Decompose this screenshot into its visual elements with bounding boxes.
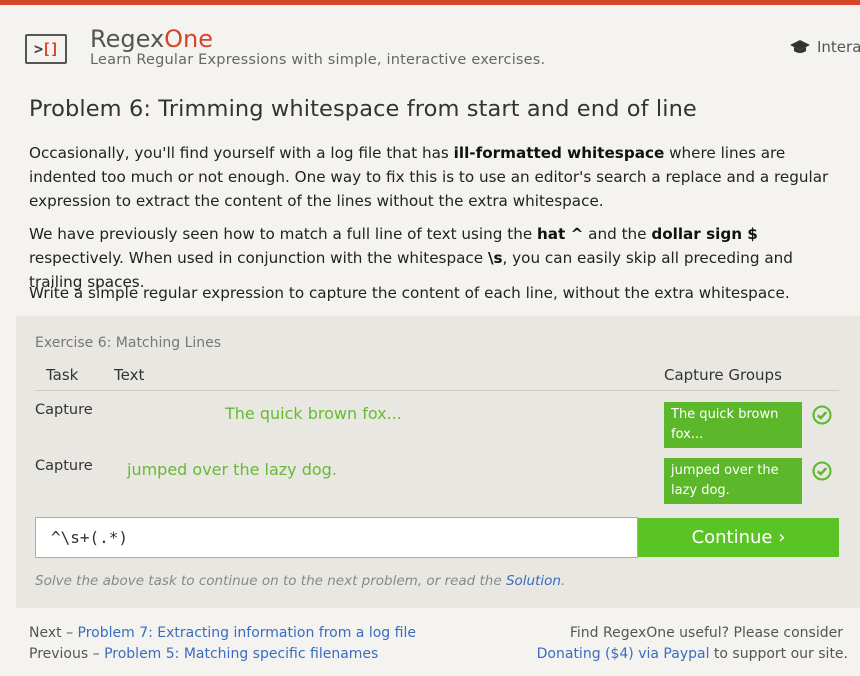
page-title: Problem 6: Trimming whitespace from star… — [29, 96, 697, 122]
column-header-text: Text — [114, 366, 145, 384]
regex-input[interactable] — [36, 518, 637, 557]
row-1-text: The quick brown fox... — [225, 404, 402, 423]
row-2-task: Capture — [35, 458, 93, 474]
row-1-task: Capture — [35, 402, 93, 418]
regexone-logo-icon[interactable]: >[] — [25, 34, 67, 64]
donate-link[interactable]: Donating ($4) via Paypal — [537, 646, 710, 662]
task-paragraph: Write a simple regular expression to cap… — [29, 284, 790, 302]
previous-problem-link[interactable]: Problem 5: Matching specific filenames — [104, 646, 378, 662]
support-prompt: Find RegexOne useful? Please consider — [569, 625, 843, 641]
column-header-capture-groups: Capture Groups — [664, 366, 782, 384]
previous-problem-nav: Previous – Problem 5: Matching specific … — [29, 646, 379, 662]
row-1-capture-group: The quick brown fox... — [664, 402, 802, 448]
header-divider — [35, 390, 839, 391]
continue-button[interactable]: Continue › — [638, 518, 839, 557]
next-problem-link[interactable]: Problem 7: Extracting information from a… — [78, 625, 416, 641]
solution-link[interactable]: Solution — [506, 573, 561, 589]
check-circle-icon — [812, 461, 832, 481]
row-2-text: jumped over the lazy dog. — [127, 460, 337, 479]
next-problem-nav: Next – Problem 7: Extracting information… — [29, 625, 416, 641]
row-2-capture-group: jumped over the lazy dog. — [664, 458, 802, 504]
tagline: Learn Regular Expressions with simple, i… — [90, 52, 546, 68]
nav-interactive-tutorial-link[interactable]: Intera — [789, 38, 860, 56]
graduation-cap-icon — [790, 40, 810, 53]
exercise-label: Exercise 6: Matching Lines — [35, 335, 222, 351]
regex-input-wrapper[interactable] — [35, 517, 638, 558]
brand-name[interactable]: RegexOne — [90, 24, 213, 54]
donate-line: Donating ($4) via Paypal to support our … — [536, 646, 848, 662]
top-accent-bar — [0, 0, 860, 5]
exercise-panel: Exercise 6: Matching Lines Task Text Cap… — [16, 316, 860, 608]
check-circle-icon — [812, 405, 832, 425]
intro-paragraph: Occasionally, you'll find yourself with … — [29, 144, 829, 210]
column-header-task: Task — [46, 366, 79, 384]
solution-hint: Solve the above task to continue on to t… — [35, 573, 566, 589]
